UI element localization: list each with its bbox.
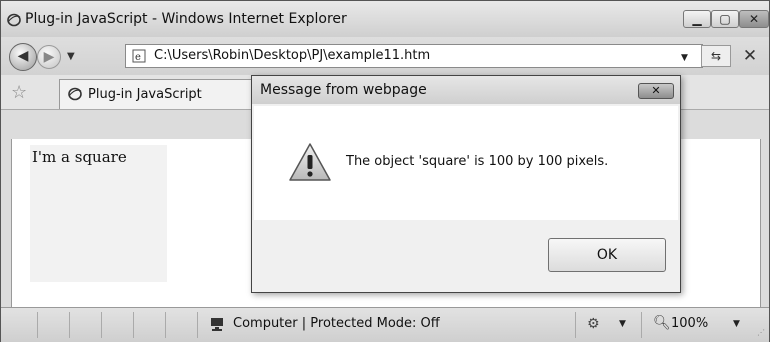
status-divider: [37, 312, 38, 338]
tab-plugin-javascript[interactable]: Plug-in JavaScript: [59, 79, 259, 109]
close-icon: ✕: [651, 84, 661, 97]
refresh-button[interactable]: ⇆: [701, 45, 731, 67]
dialog-message: The object 'square' is 100 by 100 pixels…: [346, 154, 609, 169]
ie-icon: [68, 87, 82, 101]
zoom-dropdown[interactable]: ▼: [733, 319, 740, 329]
tab-label: Plug-in JavaScript: [88, 87, 202, 102]
status-divider: [133, 312, 134, 338]
dialog-close-button[interactable]: ✕: [638, 83, 674, 99]
dialog-title: Message from webpage: [260, 82, 427, 98]
status-divider: [197, 312, 198, 338]
svg-text:e: e: [135, 52, 141, 63]
refresh-icon: ⇆: [710, 49, 722, 63]
security-zone-text[interactable]: Computer | Protected Mode: Off: [233, 316, 440, 331]
square-div: I'm a square: [30, 145, 167, 282]
warning-icon: [289, 143, 331, 181]
navigation-bar: ◀ ▶ ▼ e C:\Users\Robin\Desktop\PJ\exampl…: [1, 37, 769, 75]
favorites-star-icon[interactable]: ☆: [11, 82, 27, 103]
browser-window: Plug-in JavaScript - Windows Internet Ex…: [0, 0, 770, 342]
recent-pages-dropdown[interactable]: ▼: [67, 51, 75, 62]
stop-icon: ✕: [742, 46, 758, 66]
protected-mode-icon[interactable]: ⚙: [587, 316, 600, 332]
status-divider: [69, 312, 70, 338]
forward-button[interactable]: ▶: [37, 45, 61, 69]
title-bar: Plug-in JavaScript - Windows Internet Ex…: [1, 1, 769, 37]
dialog-body: The object 'square' is 100 by 100 pixels…: [254, 106, 678, 220]
square-text: I'm a square: [32, 148, 127, 166]
close-icon: ✕: [748, 12, 760, 26]
resize-grip-icon[interactable]: ⋰: [757, 328, 765, 337]
protected-mode-dropdown[interactable]: ▼: [619, 319, 626, 329]
status-divider: [101, 312, 102, 338]
ie-page-icon: e: [132, 49, 146, 63]
status-divider: [165, 312, 166, 338]
address-dropdown[interactable]: ▼: [681, 53, 688, 63]
back-arrow-icon: ◀: [17, 48, 29, 64]
forward-arrow-icon: ▶: [43, 49, 55, 65]
status-bar: Computer | Protected Mode: Off ⚙ ▼ 🔍︎ 10…: [1, 307, 769, 342]
computer-icon: [211, 318, 223, 331]
window-title: Plug-in JavaScript - Windows Internet Ex…: [25, 11, 347, 27]
minimize-button[interactable]: ▁: [683, 10, 711, 28]
zoom-level[interactable]: 100%: [671, 316, 708, 331]
maximize-button[interactable]: ▢: [711, 10, 739, 28]
alert-dialog: Message from webpage ✕ The object 'squar…: [251, 75, 681, 293]
close-window-button[interactable]: ✕: [739, 10, 769, 28]
maximize-icon: ▢: [719, 12, 731, 26]
magnifier-icon[interactable]: 🔍︎: [653, 315, 671, 331]
dialog-title-bar: Message from webpage ✕: [252, 76, 680, 104]
address-text[interactable]: C:\Users\Robin\Desktop\PJ\example11.htm: [154, 48, 430, 63]
status-divider: [575, 312, 576, 338]
ie-icon: [7, 13, 21, 27]
stop-button[interactable]: ✕: [735, 45, 765, 67]
back-button[interactable]: ◀: [9, 43, 37, 71]
ok-button[interactable]: OK: [548, 238, 666, 272]
address-field[interactable]: e C:\Users\Robin\Desktop\PJ\example11.ht…: [125, 44, 703, 68]
status-divider: [641, 312, 642, 338]
minimize-icon: ▁: [692, 12, 702, 26]
